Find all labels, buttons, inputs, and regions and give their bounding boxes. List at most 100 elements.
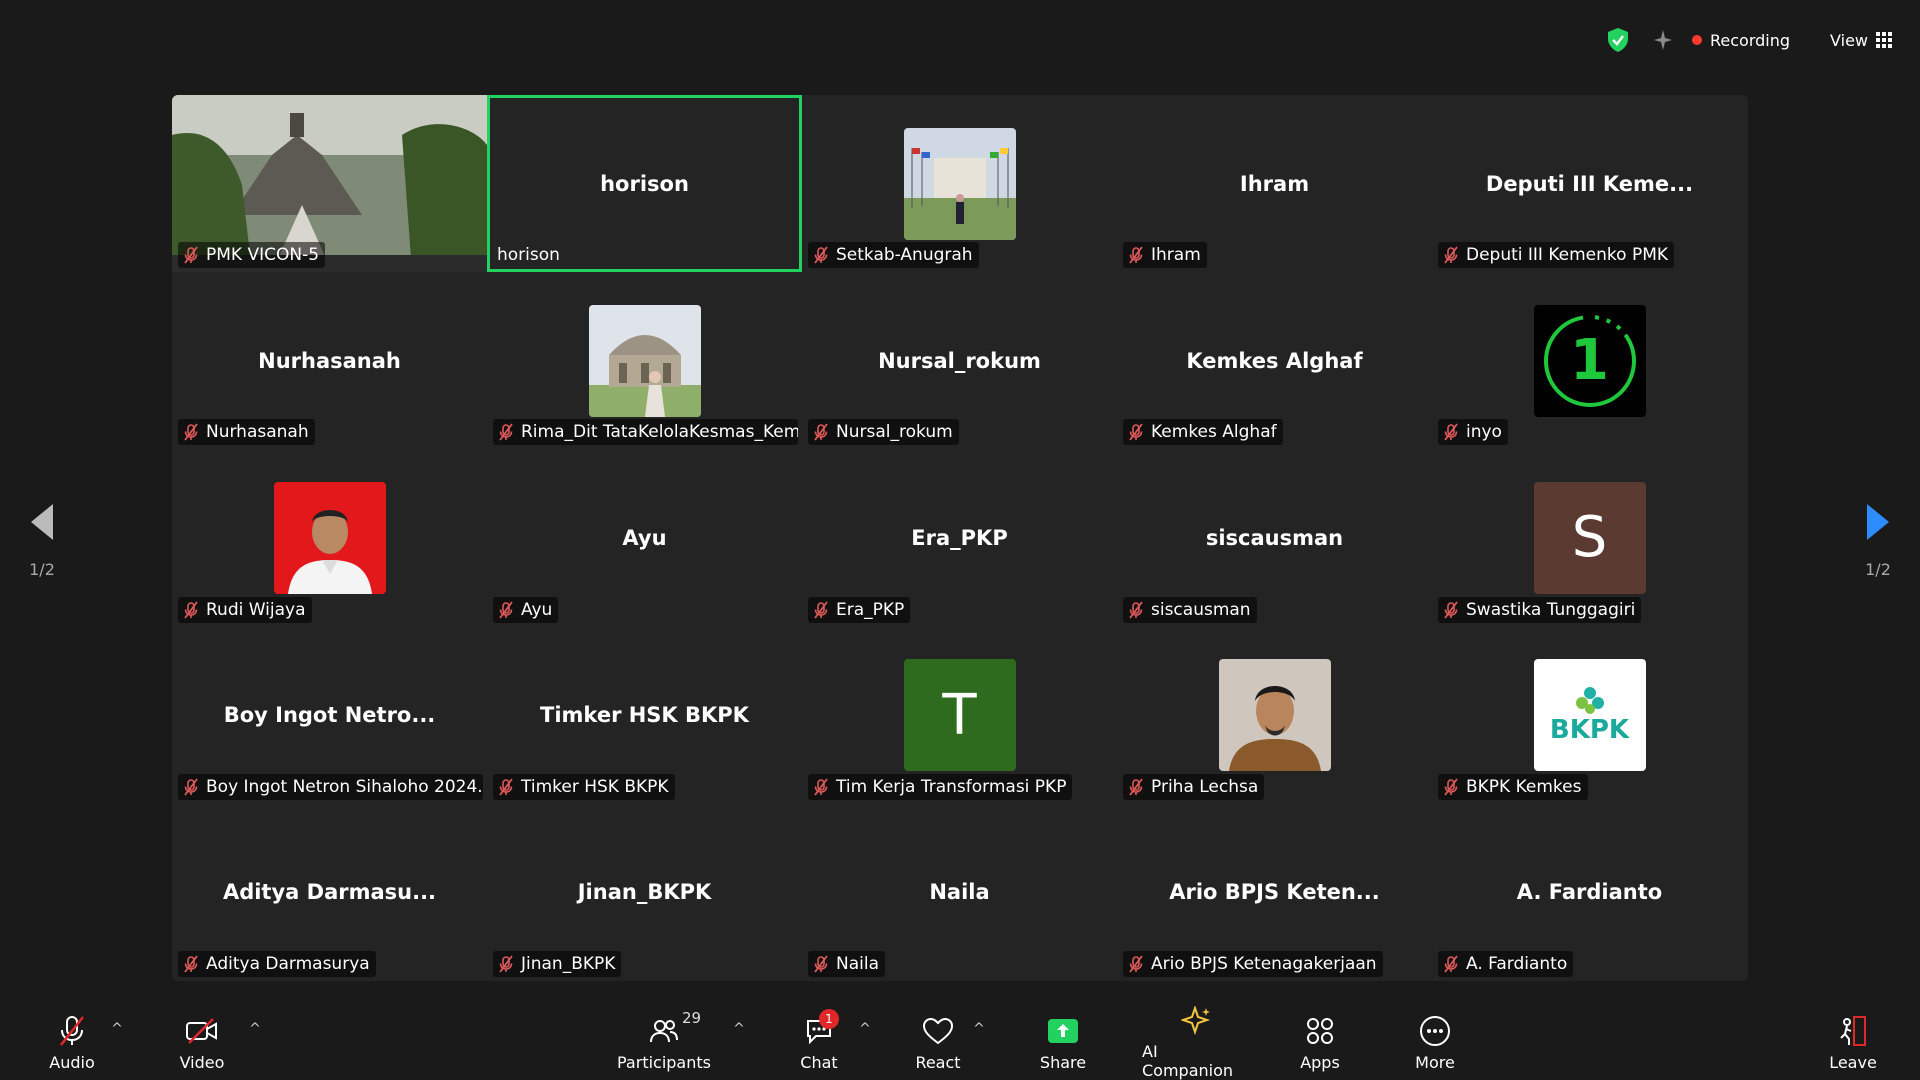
video-options-chevron-icon[interactable]: ^	[246, 1020, 264, 1038]
participant-tile[interactable]: Rima_Dit TataKelolaKesmas_Kem...	[487, 272, 802, 449]
participant-name-label: Ihram	[1151, 245, 1201, 266]
grid-icon	[1876, 32, 1892, 48]
participant-name-label: Timker HSK BKPK	[521, 776, 669, 797]
share-button[interactable]: Share	[1040, 1010, 1086, 1076]
participant-name-label: Swastika Tunggagiri	[1466, 599, 1636, 620]
participant-tile[interactable]: Naila Naila	[802, 804, 1117, 981]
chat-options-chevron-icon[interactable]: ^	[856, 1020, 874, 1038]
participant-tile[interactable]: BKPK BKPK Kemkes	[1432, 627, 1747, 804]
muted-microphone-icon	[812, 423, 830, 441]
avatar-number-glyph: 1	[1570, 328, 1609, 394]
audio-options-chevron-icon[interactable]: ^	[108, 1020, 126, 1038]
participant-tile[interactable]: Rudi Wijaya	[172, 449, 487, 626]
participant-tile[interactable]: T Tim Kerja Transformasi PKP	[802, 627, 1117, 804]
muted-microphone-icon	[497, 778, 515, 796]
participant-nameplate: A. Fardianto	[1438, 950, 1574, 977]
view-button[interactable]: View	[1830, 31, 1892, 50]
view-label: View	[1830, 30, 1868, 50]
participant-tile[interactable]: 1 inyo	[1432, 272, 1747, 449]
participant-nameplate: Kemkes Alghaf	[1123, 419, 1283, 446]
participant-tile[interactable]: Nurhasanah Nurhasanah	[172, 272, 487, 449]
apps-icon	[1302, 1015, 1338, 1047]
leave-button[interactable]: Leave	[1829, 1010, 1877, 1076]
participant-tile[interactable]: Priha Lechsa	[1117, 627, 1432, 804]
heart-icon	[920, 1015, 956, 1047]
participant-name-label: inyo	[1466, 422, 1502, 443]
participant-nameplate: Deputi III Kemenko PMK	[1438, 242, 1675, 269]
ai-sparkle-icon[interactable]	[1648, 26, 1676, 54]
react-button[interactable]: React	[912, 1010, 964, 1076]
participant-tile[interactable]: Aditya Darmasu... Aditya Darmasurya	[172, 804, 487, 981]
participant-nameplate: Rima_Dit TataKelolaKesmas_Kem...	[493, 419, 798, 446]
react-options-chevron-icon[interactable]: ^	[970, 1020, 988, 1038]
participant-display-name: horison	[600, 171, 689, 196]
security-shield-icon[interactable]	[1604, 26, 1632, 54]
participant-tile[interactable]: A. Fardianto A. Fardianto	[1432, 804, 1747, 981]
arrow-right-icon[interactable]	[1865, 502, 1891, 542]
participant-name-label: Jinan_BKPK	[521, 953, 616, 974]
audio-button[interactable]: Audio	[44, 1010, 100, 1076]
participant-avatar-photo	[903, 127, 1016, 240]
avatar-initial-letter: T	[942, 682, 977, 748]
participant-tile[interactable]: Jinan_BKPK Jinan_BKPK	[487, 804, 802, 981]
arrow-left-icon[interactable]	[29, 502, 55, 542]
participant-tile[interactable]: Kemkes Alghaf Kemkes Alghaf	[1117, 272, 1432, 449]
recording-indicator[interactable]: Recording	[1692, 31, 1790, 50]
video-button[interactable]: Video	[174, 1010, 230, 1076]
participant-name-label: Era_PKP	[836, 599, 905, 620]
apps-button[interactable]: Apps	[1298, 1010, 1342, 1076]
participant-tile[interactable]: Timker HSK BKPK Timker HSK BKPK	[487, 627, 802, 804]
participant-tile[interactable]: horison horison	[487, 95, 802, 273]
ai-companion-label: AI Companion	[1142, 1042, 1234, 1080]
participant-display-name: Boy Ingot Netro...	[223, 703, 436, 728]
muted-microphone-icon	[812, 246, 830, 264]
participant-nameplate: Swastika Tunggagiri	[1438, 596, 1642, 623]
participant-tile[interactable]: Nursal_rokum Nursal_rokum	[802, 272, 1117, 449]
participants-count: 29	[682, 1008, 702, 1027]
ai-companion-button[interactable]: AI Companion	[1142, 1006, 1252, 1080]
participant-tile[interactable]: Era_PKP Era_PKP	[802, 449, 1117, 626]
muted-microphone-icon	[182, 955, 200, 973]
participant-tile[interactable]: Deputi III Keme... Deputi III Kemenko PMK	[1432, 95, 1747, 272]
apps-label: Apps	[1300, 1052, 1340, 1072]
participant-grid: PMK VICON-5 horison horison Setkab-Anugrah I…	[172, 95, 1748, 981]
participant-tile[interactable]: Ayu Ayu	[487, 449, 802, 626]
participant-tile[interactable]: PMK VICON-5	[172, 95, 487, 272]
leave-label: Leave	[1829, 1052, 1877, 1072]
participant-nameplate: Aditya Darmasurya	[178, 950, 376, 977]
participant-tile[interactable]: Boy Ingot Netro... Boy Ingot Netron Sihal…	[172, 627, 487, 804]
next-page-control[interactable]: 1/2	[1838, 480, 1918, 600]
muted-microphone-icon	[1127, 955, 1145, 973]
participant-name-label: Nursal_rokum	[836, 422, 953, 443]
previous-page-control[interactable]: 1/2	[2, 480, 82, 600]
chat-button[interactable]: 1 Chat	[796, 1008, 842, 1076]
participant-name-label: BKPK Kemkes	[1466, 776, 1582, 797]
audio-label: Audio	[49, 1052, 95, 1072]
participant-name-label: Rima_Dit TataKelolaKesmas_Kem...	[521, 422, 798, 443]
participant-name-label: Aditya Darmasurya	[206, 953, 370, 974]
leave-door-icon	[1835, 1015, 1871, 1047]
muted-microphone-icon	[1442, 778, 1460, 796]
participant-nameplate: Ihram	[1123, 242, 1207, 269]
participant-avatar-initial: S	[1533, 481, 1646, 594]
more-button[interactable]: More	[1412, 1010, 1458, 1076]
participant-tile[interactable]: S Swastika Tunggagiri	[1432, 449, 1747, 626]
participant-tile[interactable]: Setkab-Anugrah	[802, 95, 1117, 272]
participant-display-name: Timker HSK BKPK	[540, 703, 749, 728]
participants-options-chevron-icon[interactable]: ^	[730, 1020, 748, 1038]
participant-nameplate: Ayu	[493, 596, 559, 623]
participant-tile[interactable]: siscausman siscausman	[1117, 449, 1432, 626]
participant-name-label: Setkab-Anugrah	[836, 245, 973, 266]
avatar-initial-letter: S	[1571, 505, 1608, 571]
participant-nameplate: PMK VICON-5	[178, 242, 326, 269]
participant-tile[interactable]: Ihram Ihram	[1117, 95, 1432, 272]
participant-tile[interactable]: Ario BPJS Keten... Ario BPJS Ketenagakerj…	[1117, 804, 1432, 981]
muted-microphone-icon	[1127, 601, 1145, 619]
participant-nameplate: horison	[493, 242, 566, 268]
participant-name-label: Ayu	[521, 599, 553, 620]
muted-microphone-icon	[812, 955, 830, 973]
more-ellipsis-icon	[1417, 1015, 1453, 1047]
muted-microphone-icon	[812, 601, 830, 619]
participants-button[interactable]: 29 Participants	[612, 1008, 716, 1076]
participant-nameplate: Priha Lechsa	[1123, 773, 1265, 800]
